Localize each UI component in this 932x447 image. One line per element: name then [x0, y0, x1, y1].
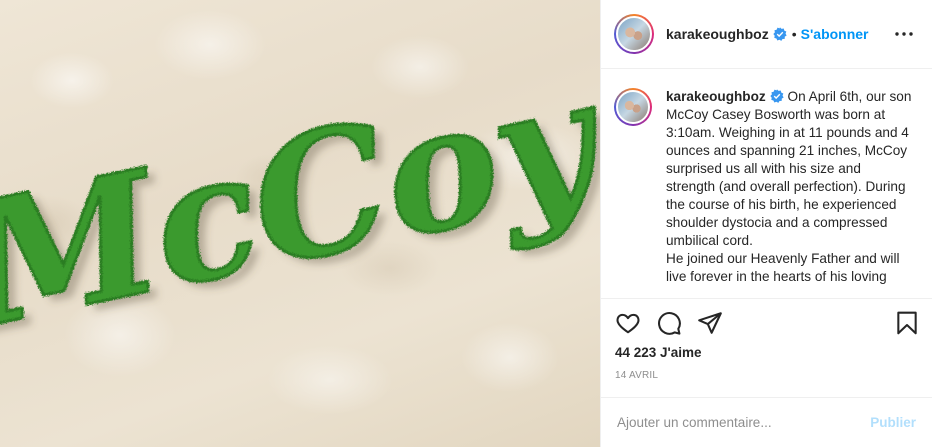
follow-button[interactable]: S'abonner	[801, 26, 869, 42]
post-date[interactable]: 14 AVRIL	[615, 370, 920, 381]
caption-username[interactable]: karakeoughboz	[666, 89, 766, 104]
verified-badge-icon	[773, 27, 787, 41]
caption-text-block: karakeoughboz On April 6th, our son McCo…	[666, 88, 912, 298]
caption-body-continued: He joined our Heavenly Father and will l…	[666, 251, 900, 284]
heart-icon[interactable]	[615, 310, 641, 336]
bookmark-icon[interactable]	[894, 310, 920, 336]
instagram-post: McCoy McCoy karakeoughboz • S'abonner ka…	[0, 0, 932, 447]
caption-avatar[interactable]	[614, 88, 652, 126]
post-caption: karakeoughboz On April 6th, our son McCo…	[601, 70, 932, 298]
caption-body: On April 6th, our son McCoy Casey Boswor…	[666, 89, 912, 248]
sign-text: McCoy	[0, 38, 600, 366]
mccoy-moss-sign: McCoy McCoy	[0, 36, 600, 372]
comment-icon[interactable]	[656, 310, 682, 336]
more-options-icon[interactable]	[892, 22, 916, 46]
verified-badge-icon	[770, 89, 784, 103]
publish-button[interactable]: Publier	[870, 415, 916, 430]
post-actions: 44 223 J'aime 14 AVRIL	[601, 298, 932, 396]
comment-input[interactable]	[617, 415, 871, 430]
post-image[interactable]: McCoy McCoy	[0, 0, 600, 447]
post-header: karakeoughboz • S'abonner	[601, 0, 932, 69]
header-separator: •	[791, 26, 797, 42]
author-avatar[interactable]	[614, 14, 654, 54]
author-username[interactable]: karakeoughboz	[666, 26, 769, 42]
paper-plane-icon[interactable]	[697, 310, 723, 336]
likes-count[interactable]: 44 223 J'aime	[615, 345, 920, 360]
action-icons-row	[615, 299, 920, 347]
post-side-panel: karakeoughboz • S'abonner karakeoughboz …	[600, 0, 932, 447]
add-comment-bar: Publier	[601, 397, 932, 447]
